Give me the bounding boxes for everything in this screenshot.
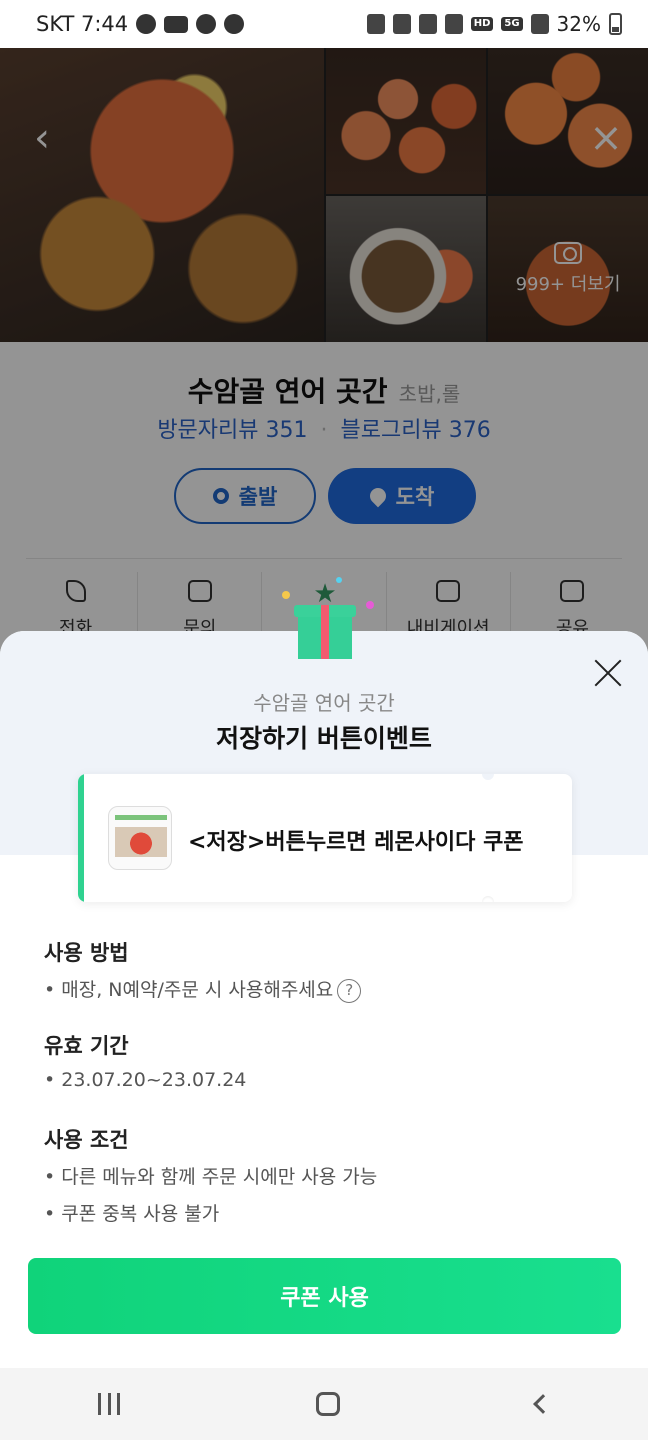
section-item-text: 쿠폰 중복 사용 불가 [61,1203,220,1225]
star-icon: ★ [313,579,337,609]
location-icon [444,14,463,34]
network-5g-icon: 5G [501,17,523,31]
bullet: • [44,979,62,1001]
status-bar: SKT 7:44 HD 5G 32% [0,0,648,48]
account-icon [136,14,157,34]
bullet: • [44,1203,62,1225]
signal-icon [530,14,549,34]
help-icon[interactable]: ? [337,978,362,1003]
section-title-conditions: 사용 조건 [44,1128,129,1152]
coupon-sheet: 수암골 연어 곳간 저장하기 버튼이벤트 <저장>버튼누르면 레몬사이다 쿠폰 … [0,631,648,1368]
gift-icon: ★ [272,577,382,661]
confetti [366,601,374,609]
section-item: • 매장, N예약/주문 시 사용해주세요? [44,975,362,1003]
cloud-icon [224,14,245,34]
section-item: • 다른 메뉴와 함께 주문 시에만 사용 가능 [44,1162,377,1189]
section-title-usage: 사용 방법 [44,941,129,965]
battery-icon [609,13,622,35]
section-title-validity: 유효 기간 [44,1034,129,1058]
coupon-accent [78,774,84,902]
app-icon [196,14,217,34]
confetti [282,591,290,599]
use-coupon-button[interactable]: 쿠폰 사용 [28,1258,621,1334]
thumbnail-header [115,815,167,820]
section-item: • 23.07.20~23.07.24 [44,1069,246,1091]
recycle-icon [366,14,385,34]
bullet: • [44,1069,62,1091]
back-icon[interactable] [533,1394,553,1414]
home-icon[interactable] [316,1392,340,1416]
coupon-notch [482,774,494,780]
hd-voice-icon: HD [470,17,494,31]
alarm-icon [392,14,411,34]
section-item-text: 다른 메뉴와 함께 주문 시에만 사용 가능 [61,1166,378,1188]
mute-icon [418,14,437,34]
recents-icon[interactable] [98,1393,120,1415]
youtube-icon [164,15,189,33]
status-left: SKT 7:44 [36,12,245,36]
carrier-time: SKT 7:44 [36,12,129,36]
coupon-notch [482,896,494,902]
coupon-thumbnail [108,806,172,870]
status-right: HD 5G 32% [366,12,622,36]
thumbnail-image [115,827,167,857]
sheet-subtitle: 수암골 연어 곳간 [253,691,395,715]
section-item-text: 23.07.20~23.07.24 [61,1069,247,1091]
coupon-card: <저장>버튼누르면 레몬사이다 쿠폰 [78,774,572,902]
bullet: • [44,1166,62,1188]
battery-percent: 32% [556,12,601,36]
sheet-title: 저장하기 버튼이벤트 [216,724,432,753]
section-item-text: 매장, N예약/주문 시 사용해주세요 [61,979,334,1001]
gift-ribbon [321,605,329,659]
system-nav-bar [0,1368,648,1440]
coupon-text: <저장>버튼누르면 레몬사이다 쿠폰 [188,830,524,855]
section-item: • 쿠폰 중복 사용 불가 [44,1199,219,1226]
close-icon[interactable] [592,657,624,689]
